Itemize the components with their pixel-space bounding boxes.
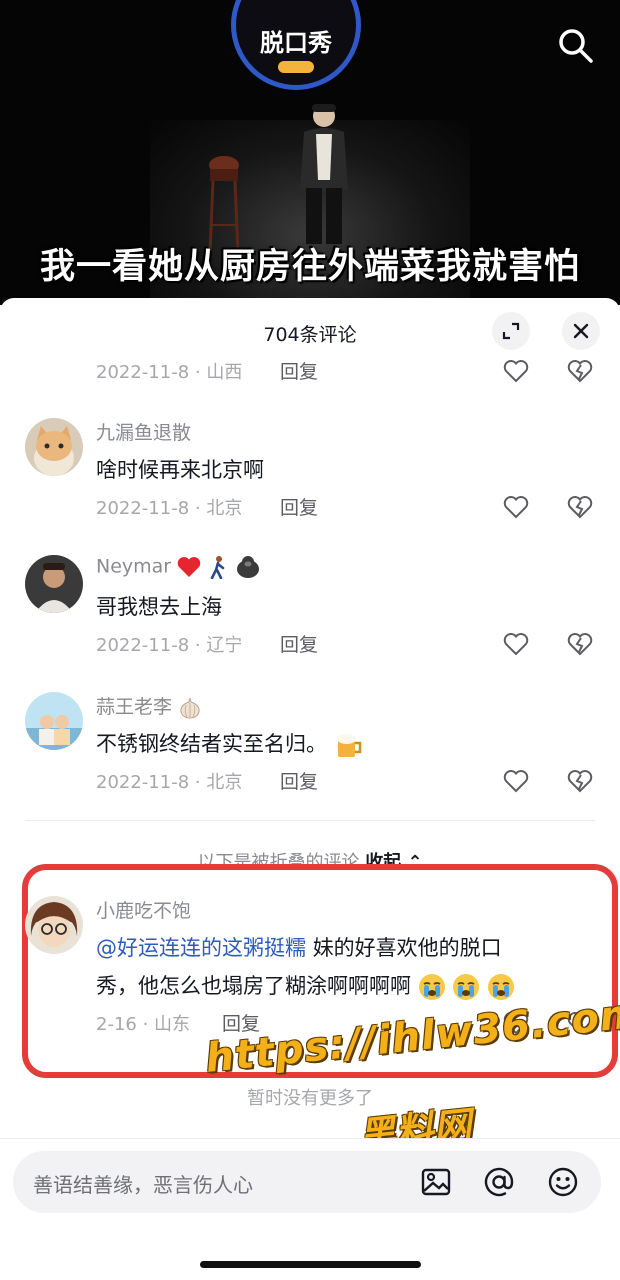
image-icon[interactable] (420, 1166, 452, 1198)
show-logo-mark (278, 61, 314, 73)
avatar[interactable] (25, 692, 83, 750)
comment-text: 秀，他怎么也塌房了糊涂啊啊啊啊 (96, 970, 515, 1001)
emoji-icon[interactable] (547, 1166, 579, 1198)
comment-meta: 2022-11-8 · 山西 (96, 362, 243, 383)
comments-divider (25, 820, 595, 821)
comment-text: 不锈钢终结者实至名归。 (96, 728, 364, 759)
comment-text-content: 不锈钢终结者实至名归。 (96, 732, 327, 756)
reply-button[interactable]: 回复 (280, 357, 318, 384)
comment-item: 蒜王老李 不锈钢终结者实至名归。 2022-11-8 · 北京 回复 (0, 690, 620, 800)
comment-username-text: Neymar (96, 555, 172, 578)
expand-icon (502, 322, 520, 340)
comment-username[interactable]: 九漏鱼退散 (96, 418, 191, 445)
comment-meta: 2022-11-8 · 北京 (96, 498, 243, 519)
performer (300, 104, 348, 244)
comment-meta: 2022-11-8 · 辽宁 (96, 635, 243, 656)
reply-button[interactable]: 回复 (280, 493, 318, 520)
comment-text: @好运连连的这粥挺糯 妹的好喜欢他的脱口 (96, 932, 502, 962)
show-logo: 脱口秀 (231, 0, 361, 90)
dislike-icon[interactable] (567, 632, 593, 656)
dislike-icon[interactable] (567, 359, 593, 383)
show-logo-text: 脱口秀 (260, 29, 332, 57)
comment-username[interactable]: 蒜王老李 (96, 692, 202, 720)
comment-text-line1: 妹的好喜欢他的脱口 (312, 936, 502, 960)
garlic-emoji-icon (180, 697, 200, 719)
avatar[interactable] (25, 418, 83, 476)
avatar[interactable] (25, 896, 83, 954)
dislike-icon[interactable] (567, 495, 593, 519)
red-heart-emoji-icon (177, 557, 201, 577)
reply-button[interactable]: 回复 (280, 767, 318, 794)
search-icon[interactable] (556, 26, 594, 64)
comment-meta: 2022-11-8 · 北京 (96, 772, 243, 793)
crying-face-emoji-icon (488, 974, 515, 1000)
crying-face-emoji-icon (418, 974, 445, 1000)
reply-button[interactable]: 回复 (280, 630, 318, 657)
home-indicator[interactable] (200, 1261, 421, 1268)
comment-username[interactable]: Neymar (96, 555, 261, 579)
comment-input-bar: 善语结善缘，恶言伤人心 (0, 1138, 620, 1280)
crying-face-emoji-icon (453, 974, 480, 1000)
comment-input[interactable]: 善语结善缘，恶言伤人心 (13, 1151, 601, 1213)
video-subtitle: 我一看她从厨房往外端菜我就害怕 (39, 247, 580, 287)
beer-mug-emoji-icon (336, 734, 361, 757)
comment-input-placeholder: 善语结善缘，恶言伤人心 (33, 1173, 253, 1197)
comment-username-text: 蒜王老李 (96, 696, 173, 718)
close-button[interactable] (562, 312, 600, 350)
comment-item: 九漏鱼退散 啥时候再来北京啊 2022-11-8 · 北京 回复 (0, 416, 620, 526)
expand-button[interactable] (492, 312, 530, 350)
dislike-icon[interactable] (567, 769, 593, 793)
walking-person-emoji-icon (210, 556, 225, 579)
comment-meta: 2-16 · 山东 (96, 1014, 191, 1035)
mention-link[interactable]: @好运连连的这粥挺糯 (96, 936, 306, 960)
comment-text: 啥时候再来北京啊 (96, 458, 264, 482)
like-icon[interactable] (503, 359, 529, 383)
gorilla-emoji-icon (237, 556, 260, 578)
comments-panel: 704条评论 2022-11-8 · 山西 回复 九漏鱼退散 啥时候再来北京啊 … (0, 298, 620, 1280)
end-of-comments-notice: 暂时没有更多了 (247, 1088, 373, 1109)
comment-text: 哥我想去上海 (96, 595, 222, 619)
comment-username[interactable]: 小鹿吃不饱 (96, 896, 191, 923)
comment-text-line2: 秀，他怎么也塌房了糊涂啊啊啊啊 (96, 974, 411, 998)
comment-item: Neymar 哥我想去上海 2022-11-8 · 辽宁 回复 (0, 553, 620, 663)
video-player[interactable]: 脱口秀 我一看她从厨房往外端菜我就害怕 (0, 0, 620, 305)
comment-item: 2022-11-8 · 山西 回复 (0, 356, 620, 386)
avatar[interactable] (25, 555, 83, 613)
mention-icon[interactable] (483, 1166, 515, 1198)
like-icon[interactable] (503, 495, 529, 519)
like-icon[interactable] (503, 769, 529, 793)
like-icon[interactable] (503, 632, 529, 656)
close-icon (573, 323, 589, 339)
